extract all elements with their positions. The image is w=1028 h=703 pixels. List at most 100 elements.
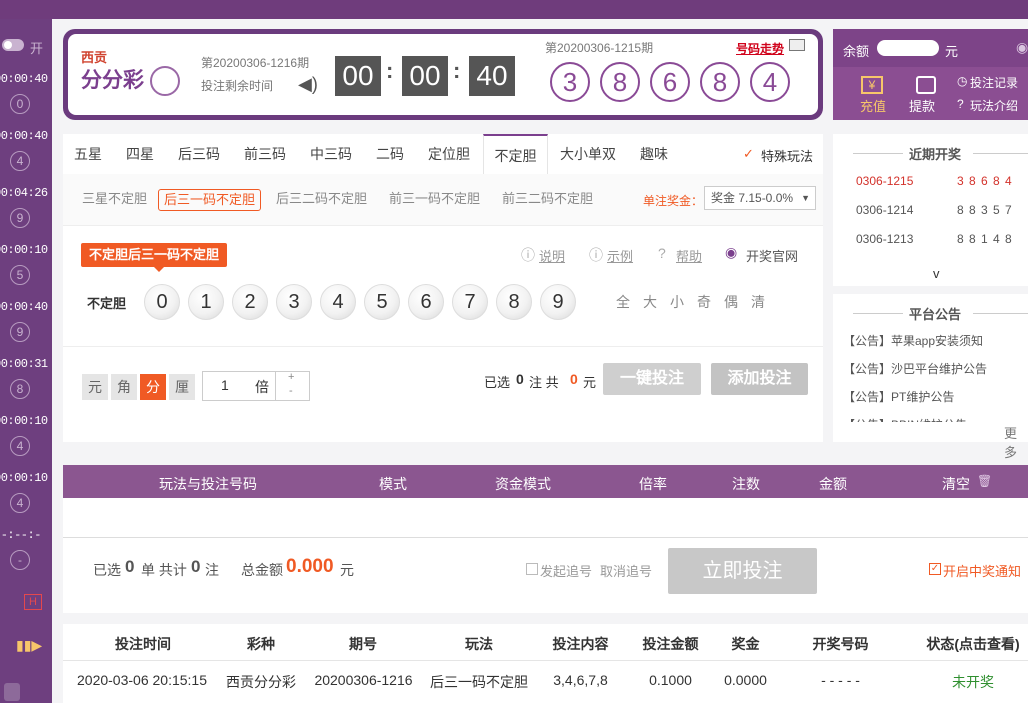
play-name: 后三一码不定胆 <box>430 674 528 690</box>
number-ball[interactable]: 1 <box>188 284 224 320</box>
tab-five-star[interactable]: 五星 <box>63 134 113 174</box>
unit-button[interactable]: 角 <box>111 374 137 400</box>
lottery-countdown[interactable]: 00:00:40 <box>0 129 48 143</box>
chase-checkbox[interactable] <box>526 563 538 575</box>
table-row[interactable]: 2020-03-06 20:15:15 西贡分分彩 20200306-1216 … <box>63 661 1028 703</box>
recharge-button[interactable]: 充值 <box>860 96 886 115</box>
lottery-countdown[interactable]: 00:00:40 <box>0 72 48 86</box>
recent-title: 近期开奖 <box>909 147 962 162</box>
col-prize: 奖金 <box>731 636 760 652</box>
lottery-countdown[interactable]: 00:00:10 <box>0 243 48 257</box>
unit-button[interactable]: 分 <box>140 374 166 400</box>
tab-position[interactable]: 定位胆 <box>420 134 478 174</box>
plus-button[interactable]: + <box>288 371 294 383</box>
quick-select-button[interactable]: 小 <box>670 292 684 312</box>
last-number-ball: 3 <box>550 62 590 102</box>
tab-fun[interactable]: 趣味 <box>632 134 676 174</box>
chart-icon[interactable] <box>789 39 805 51</box>
notice-item[interactable]: 【公告】苹果app安装须知 <box>843 332 983 349</box>
account-panel: 余额 元 ◉ ¥ 充值 提款 ◷ 投注记录 ? 玩法介绍 <box>833 29 1028 120</box>
subtab-back-three-two[interactable]: 后三二码不定胆 <box>276 189 367 211</box>
tab-middle-three[interactable]: 中三码 <box>302 134 360 174</box>
subtab-front-three-two[interactable]: 前三二码不定胆 <box>502 189 593 211</box>
number-ball[interactable]: 8 <box>496 284 532 320</box>
number-ball[interactable]: 7 <box>452 284 488 320</box>
status-link[interactable]: 未开奖 <box>918 672 1028 692</box>
recharge-icon[interactable]: ¥ <box>861 76 883 94</box>
number-ball[interactable]: 0 <box>144 284 180 320</box>
unit-button[interactable]: 厘 <box>169 374 195 400</box>
prize-select[interactable]: 奖金 7.15-0.0% ▼ <box>704 186 816 210</box>
example-link[interactable]: 示例 <box>607 246 633 265</box>
sound-toggle[interactable] <box>2 39 24 51</box>
notice-item[interactable]: 【公告】BBIN维护公告 <box>843 416 967 422</box>
special-play-link[interactable]: 特殊玩法 <box>761 146 813 165</box>
quick-select-button[interactable]: 偶 <box>724 292 738 312</box>
chase-label[interactable]: 发起追号 <box>540 561 592 580</box>
notify-label[interactable]: 开启中奖通知 <box>943 561 1021 580</box>
add-bet-button[interactable]: 添加投注 <box>711 363 808 395</box>
number-ball[interactable]: 5 <box>364 284 400 320</box>
subtab-front-three-one[interactable]: 前三一码不定胆 <box>389 189 480 211</box>
shield-icon[interactable] <box>4 683 20 701</box>
notice-item[interactable]: 【公告】沙巴平台维护公告 <box>843 360 987 377</box>
multiplier-value[interactable]: 1 <box>221 377 229 393</box>
tab-non-fixed[interactable]: 不定胆 <box>483 134 548 175</box>
withdraw-button[interactable]: 提款 <box>909 96 935 115</box>
quick-select-button[interactable]: 大 <box>643 292 657 312</box>
subtab-three-star[interactable]: 三星不定胆 <box>82 189 147 211</box>
tab-two-code[interactable]: 二码 <box>368 134 412 174</box>
history-table-header: 投注时间 彩种 期号 玩法 投注内容 投注金额 奖金 开奖号码 状态(点击查看) <box>63 624 1028 661</box>
last-number-ball: 8 <box>600 62 640 102</box>
expand-chevron-icon[interactable]: v <box>933 266 940 281</box>
wallet-icon[interactable] <box>916 76 936 94</box>
last-ball: 9 <box>10 208 30 228</box>
last-issue: 第20200306-1215期 <box>545 41 654 55</box>
bet-record-link[interactable]: 投注记录 <box>970 74 1018 91</box>
more-link[interactable]: 更多 <box>1004 423 1028 461</box>
lottery-countdown[interactable]: 00:00:10 <box>0 471 48 485</box>
number-ball[interactable]: 9 <box>540 284 576 320</box>
number-ball[interactable]: 4 <box>320 284 356 320</box>
tab-size-odd-even[interactable]: 大小单双 <box>552 134 624 174</box>
lottery-countdown[interactable]: 00:00:10 <box>0 414 48 428</box>
quick-select-button[interactable]: 清 <box>751 292 765 312</box>
quick-select-button[interactable]: 全 <box>616 292 630 312</box>
number-ball[interactable]: 2 <box>232 284 268 320</box>
unit-dan: 单 共计 <box>141 562 187 578</box>
balance-value-masked <box>877 40 939 56</box>
unit-button[interactable]: 元 <box>82 374 108 400</box>
one-click-bet-button[interactable]: 一键投注 <box>603 363 701 395</box>
lottery-countdown[interactable]: 00:00:40 <box>0 300 48 314</box>
play-intro-link[interactable]: 玩法介绍 <box>970 97 1018 114</box>
notify-checkbox[interactable]: ✓ <box>929 563 941 575</box>
eye-icon[interactable]: ◉ <box>1016 39 1028 56</box>
col-bet-amount: 投注金额 <box>642 636 699 652</box>
number-ball[interactable]: 3 <box>276 284 312 320</box>
clear-button[interactable]: 清空 <box>931 474 981 494</box>
trash-icon[interactable]: 🗑 <box>977 474 992 488</box>
multiplier-stepper[interactable]: 1 倍 + - <box>202 371 310 401</box>
cancel-chase-link[interactable]: 取消追号 <box>600 561 652 580</box>
order-summary: 已选 0 单 共计 0 注 总金额 0.000 元 发起追号 取消追号 立即投注… <box>63 538 1028 613</box>
bet-amount: 0.1000 <box>649 672 692 688</box>
tab-front-three[interactable]: 前三码 <box>236 134 294 174</box>
lottery-countdown[interactable]: 00:04:26 <box>0 186 48 200</box>
trend-link[interactable]: 号码走势 <box>736 40 784 57</box>
subtab-back-three-one[interactable]: 后三一码不定胆 <box>158 189 262 211</box>
explain-link[interactable]: 说明 <box>539 246 565 265</box>
tab-back-three[interactable]: 后三码 <box>170 134 228 174</box>
notice-item[interactable]: 【公告】PT维护公告 <box>843 388 954 405</box>
brand-logo: 分分彩 <box>81 69 144 92</box>
number-ball[interactable]: 6 <box>408 284 444 320</box>
submit-bet-button[interactable]: 立即投注 <box>668 548 817 594</box>
quick-select-button[interactable]: 奇 <box>697 292 711 312</box>
tab-four-star[interactable]: 四星 <box>116 134 164 174</box>
official-site-link[interactable]: 开奖官网 <box>746 246 798 265</box>
last-ball: 4 <box>10 151 30 171</box>
expand-arrow-icon[interactable]: ▮▮▶ <box>16 637 42 654</box>
minus-button[interactable]: - <box>289 385 293 397</box>
lottery-countdown[interactable]: 00:00:31 <box>0 357 48 371</box>
speaker-icon[interactable]: ◀) <box>298 74 318 95</box>
help-link[interactable]: 帮助 <box>676 246 702 265</box>
